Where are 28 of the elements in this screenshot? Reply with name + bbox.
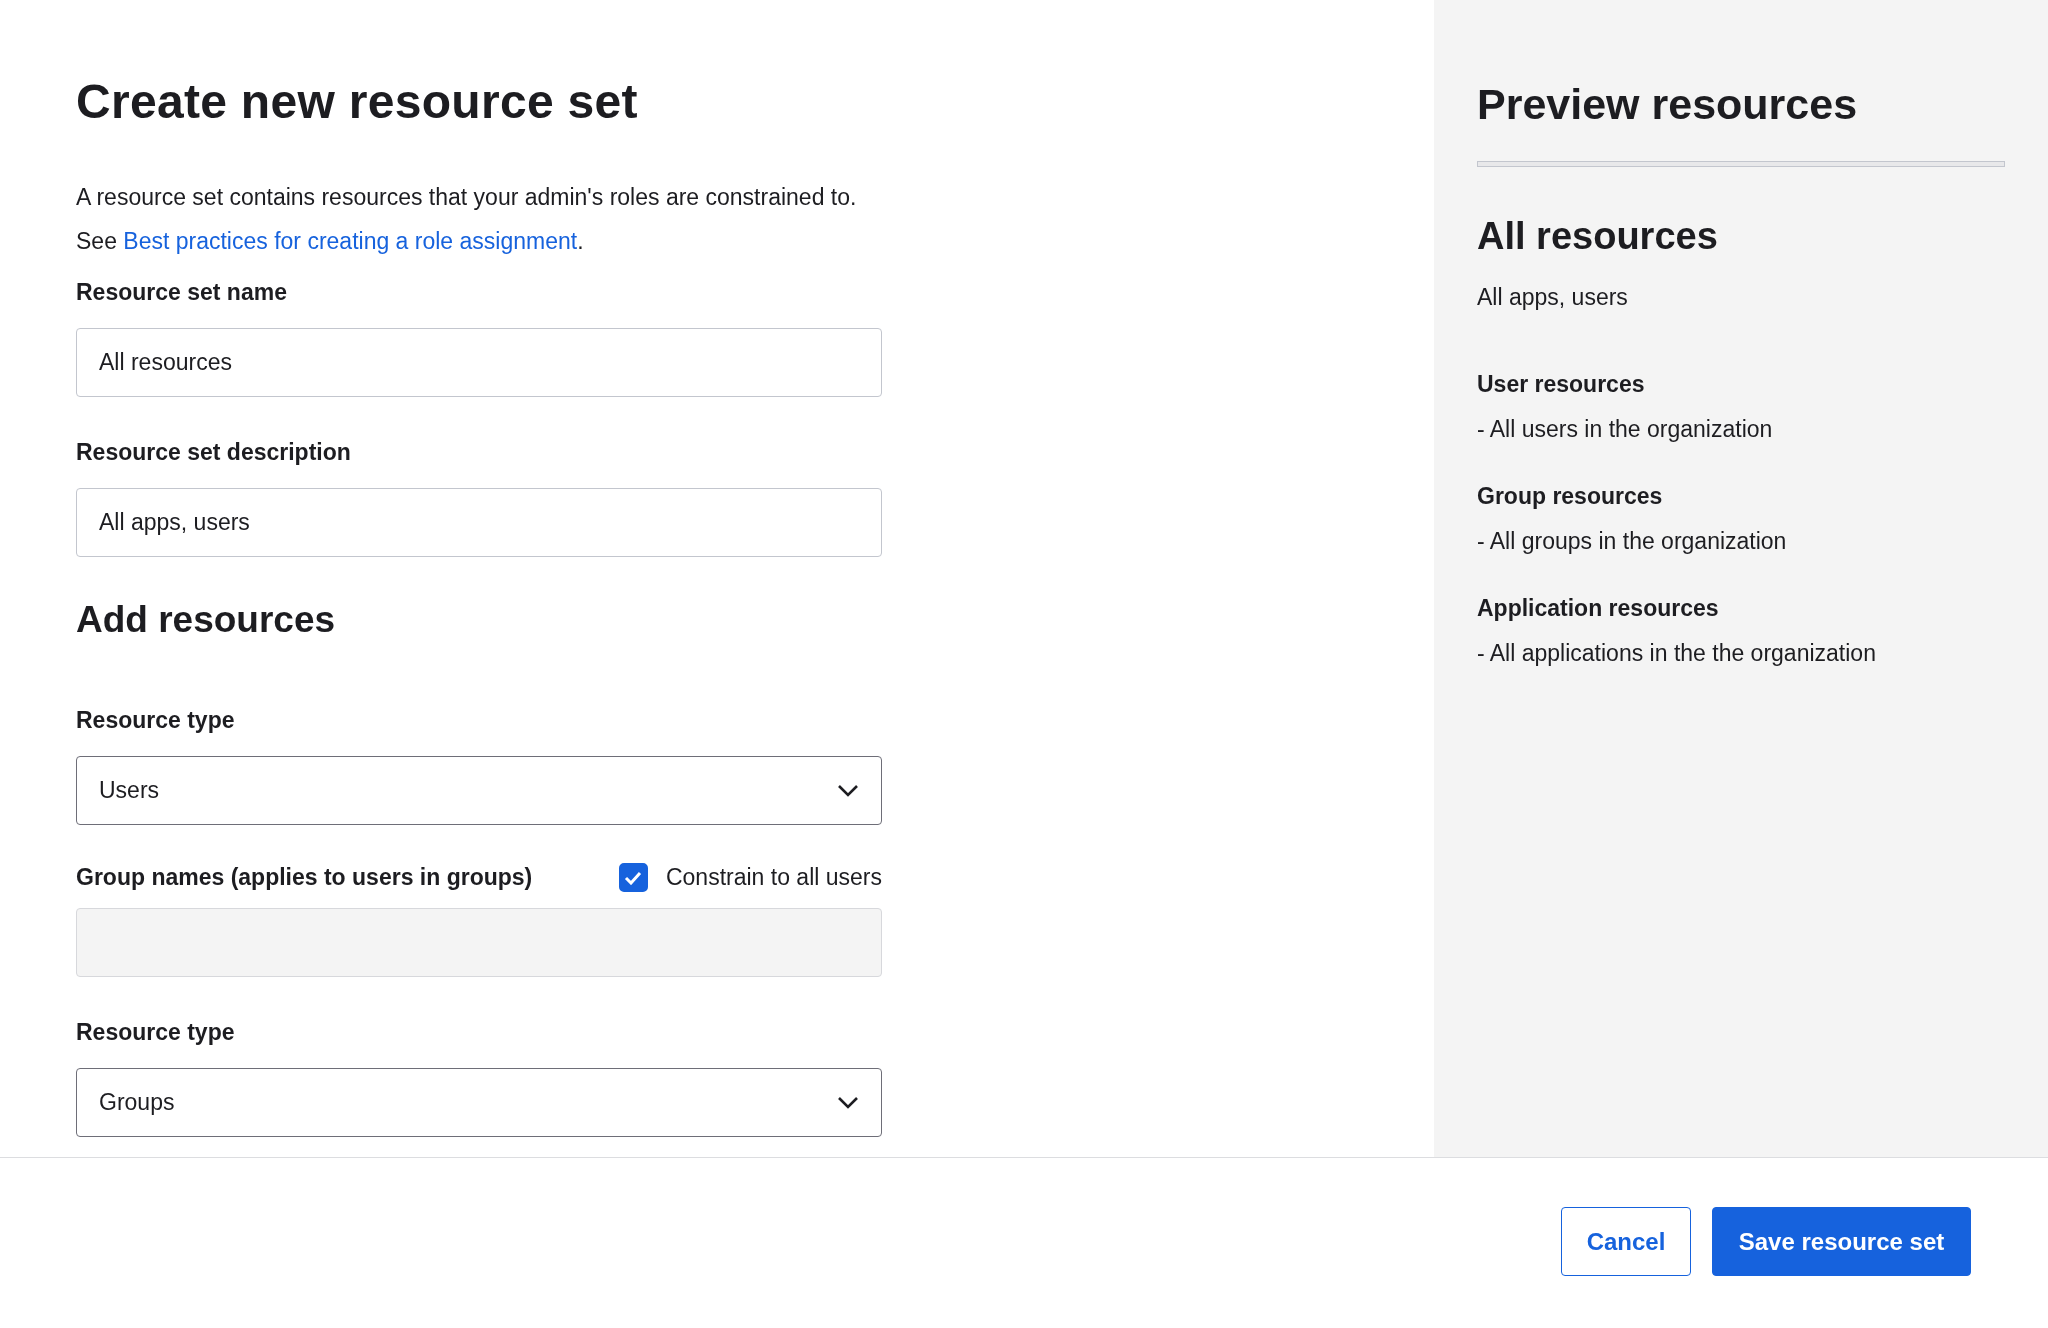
resource-item: - All groups in the organization	[1477, 528, 1788, 555]
checkmark-icon	[624, 870, 643, 885]
section-title: Group resources	[1477, 483, 1664, 510]
resource-type-select[interactable]: Groups	[76, 1068, 882, 1137]
page-title: Create new resource set	[76, 74, 639, 129]
resource-item: - All users in the organization	[1477, 416, 1774, 443]
field-label: Group names (applies to users in groups)	[76, 864, 533, 891]
chevron-down-icon	[837, 783, 859, 798]
cancel-button[interactable]: Cancel	[1561, 1207, 1691, 1276]
preview-title: Preview resources	[1477, 80, 1859, 129]
section-title: User resources	[1477, 371, 1646, 398]
description-text: A resource set contains resources that your admin's roles are constrained to. See Best practices for creating a role assignment.	[76, 183, 858, 256]
resource-set-description: All apps, users	[1477, 284, 1629, 311]
practices-link[interactable]: Best practices for creating a role assignment	[123, 228, 578, 254]
resource-item: - All applications in the the organization	[1477, 640, 1877, 667]
save-button[interactable]: Save resource set	[1712, 1207, 1971, 1276]
resource-type-select[interactable]: Users	[76, 756, 882, 825]
checkbox-label: Constrain to all users	[665, 864, 882, 891]
section-heading: Add resources	[76, 599, 337, 641]
field-label: Resource set name	[76, 279, 288, 306]
field-label: Resource set description	[76, 439, 352, 466]
section-title: Application resources	[1477, 595, 1720, 622]
resource-set-name: All resources	[1477, 215, 1719, 258]
field-label: Resource type	[76, 1019, 236, 1046]
input-field[interactable]: All resources	[76, 328, 882, 397]
field-label: Resource type	[76, 707, 236, 734]
input-field[interactable]: All apps, users	[76, 488, 882, 557]
chevron-down-icon	[837, 1095, 859, 1110]
